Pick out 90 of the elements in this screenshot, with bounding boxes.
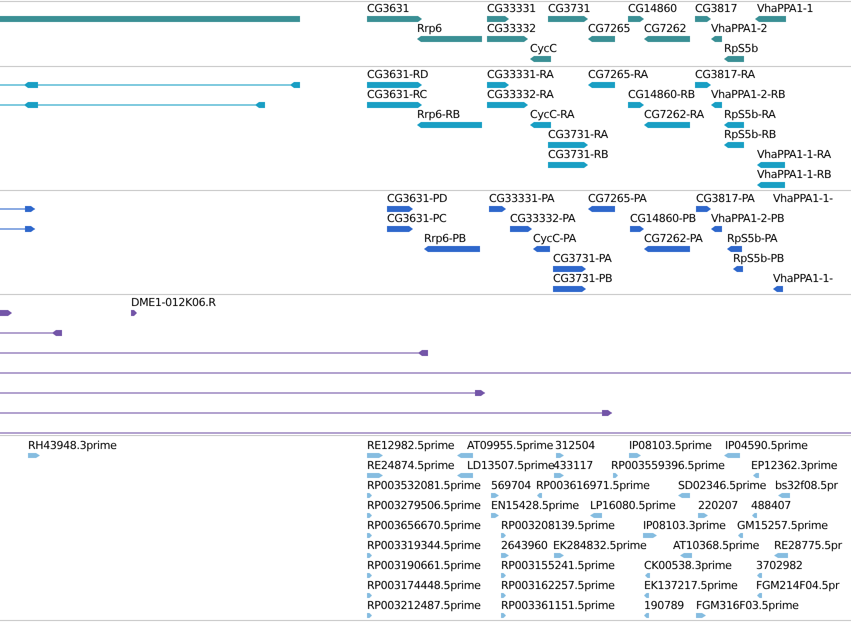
feature-label: RP003162257.5prime <box>501 580 615 592</box>
feature-label: CycC-RA <box>530 109 574 121</box>
feature-label: CG33331-RA <box>487 69 554 81</box>
feature-label: CG3631-RC <box>367 89 427 101</box>
feature-label: CG33331 <box>487 3 536 15</box>
feature-label: CG3631-RD <box>367 69 428 81</box>
feature-label: CycC-PA <box>533 233 576 245</box>
feature-label: CycC <box>530 43 557 55</box>
feature-label: VhaPPA1-1- <box>773 193 833 205</box>
feature-label: CG3731-RA <box>548 129 608 141</box>
feature-label: RH43948.3prime <box>28 440 117 452</box>
feature-label: CG3731 <box>548 3 590 15</box>
feature-label: IP08103.5prime <box>629 440 712 452</box>
feature-label: bs32f08.5pr <box>775 480 838 492</box>
feature-label: RP003616971.5prime <box>536 480 650 492</box>
feature-label: RpS5b-PA <box>727 233 778 245</box>
feature-label: RpS5b <box>724 43 758 55</box>
feature-label: Rrp6-PB <box>424 233 466 245</box>
feature-label: CG33332 <box>487 23 536 35</box>
feature-label: RE12982.5prime <box>367 440 454 452</box>
feature-label: SD02346.5prime <box>678 480 766 492</box>
feature-label: AT10368.5prime <box>673 540 760 552</box>
feature-label: RP003279506.5prime <box>367 500 481 512</box>
feature-label: EN15428.5prime <box>491 500 579 512</box>
feature-label: RpS5b-PB <box>733 253 784 265</box>
feature-label: CG3817 <box>695 3 738 15</box>
feature-label: EK284832.5prime <box>553 540 646 552</box>
feature-label: RP003174448.5prime <box>367 580 481 592</box>
feature-label: CG14860 <box>628 3 677 15</box>
feature-label: CG14860-RB <box>628 89 695 101</box>
feature-label: VhaPPA1-1-RA <box>757 149 831 161</box>
feature-label: AT09955.5prime <box>467 440 554 452</box>
feature-label: CG7262 <box>644 23 686 35</box>
feature-label: 312504 <box>555 440 595 452</box>
feature-label: LP16080.5prime <box>590 500 676 512</box>
feature-label: CG14860-PB <box>630 213 696 225</box>
feature-label: CG3817-RA <box>695 69 755 81</box>
feature-label: CG7265-RA <box>588 69 648 81</box>
feature-label: GM15257.5prime <box>737 520 828 532</box>
feature-label: CG3731-PB <box>553 273 612 285</box>
feature-label: CG3631-PD <box>387 193 448 205</box>
feature-label: CG33332-PA <box>510 213 576 225</box>
feature-label: 569704 <box>491 480 531 492</box>
feature-label: VhaPPA1-1- <box>773 273 833 285</box>
feature-label: RP003212487.5prime <box>367 600 481 612</box>
feature-label: CG7265-PA <box>588 193 646 205</box>
feature-label: Rrp6 <box>417 23 442 35</box>
feature-label: CG7262-PA <box>644 233 702 245</box>
feature-label: CG7265 <box>588 23 630 35</box>
feature-label: RP003190661.5prime <box>367 560 481 572</box>
feature-label: RP003656670.5prime <box>367 520 481 532</box>
feature-label: RE28775.5pr <box>774 540 842 552</box>
feature-label: VhaPPA1-2-RB <box>711 89 786 101</box>
feature-label: CG3631 <box>367 3 410 15</box>
feature-label: 488407 <box>751 500 791 512</box>
feature-label: RP003155241.5prime <box>501 560 615 572</box>
feature-label: EP12362.3prime <box>751 460 838 472</box>
feature-label: CG3731-RB <box>548 149 608 161</box>
feature-label: 3702982 <box>756 560 803 572</box>
feature-label: CG3631-PC <box>387 213 446 225</box>
feature-label: 2643960 <box>501 540 548 552</box>
feature-label: RP003559396.5prime <box>611 460 725 472</box>
feature-label: CG33332-RA <box>487 89 554 101</box>
feature-label: RP003208139.5prime <box>501 520 615 532</box>
feature-label: FGM316F03.5prime <box>696 600 799 612</box>
feature-label: FGM214F04.5pr <box>756 580 840 592</box>
feature-label: 220207 <box>698 500 738 512</box>
feature-label: RE24874.5prime <box>367 460 454 472</box>
feature-label: DME1-012K06.R <box>131 297 216 309</box>
feature-label: CK00538.3prime <box>644 560 732 572</box>
feature-label: RP003532081.5prime <box>367 480 481 492</box>
feature-label: IP04590.5prime <box>725 440 808 452</box>
feature-label: VhaPPA1-1-RB <box>757 169 832 181</box>
feature-label: 433117 <box>553 460 593 472</box>
feature-label: Rrp6-RB <box>417 109 460 121</box>
feature-label: CG33331-PA <box>489 193 554 205</box>
feature-label: RpS5b-RB <box>724 129 776 141</box>
feature-label: CG7262-RA <box>644 109 704 121</box>
feature-label: RP003319344.5prime <box>367 540 481 552</box>
feature-label: EK137217.5prime <box>644 580 738 592</box>
feature-label: 190789 <box>644 600 684 612</box>
feature-label: RpS5b-RA <box>724 109 776 121</box>
feature-label: RP003361151.5prime <box>501 600 615 612</box>
feature-label: CG3731-PA <box>553 253 612 265</box>
feature-label: VhaPPA1-2-PB <box>711 213 784 225</box>
feature-label: VhaPPA1-2 <box>711 23 768 35</box>
feature-label: CG3817-PA <box>696 193 754 205</box>
feature-label: VhaPPA1-1 <box>757 3 814 15</box>
feature-label: LD13507.5prime <box>467 460 554 472</box>
feature-label: IP08103.3prime <box>643 520 726 532</box>
